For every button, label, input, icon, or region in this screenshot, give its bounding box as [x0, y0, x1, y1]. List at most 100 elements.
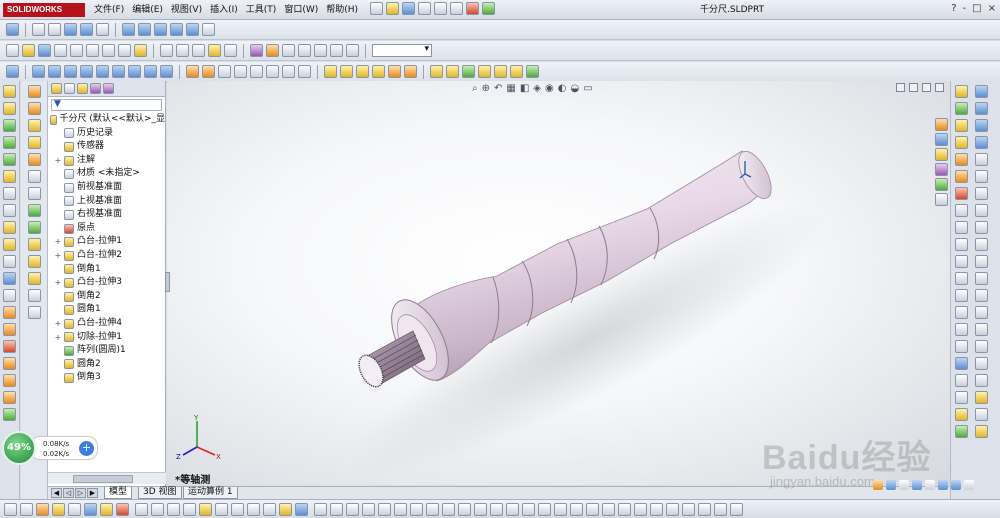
hole-wizard-icon[interactable] [324, 65, 337, 78]
thickness-analysis-icon[interactable] [955, 238, 968, 251]
mirror-icon[interactable] [372, 65, 385, 78]
scenes-icon[interactable] [298, 44, 311, 57]
dfm-icon[interactable] [955, 391, 968, 404]
plus-icon[interactable]: + [79, 441, 94, 456]
publish-icon[interactable] [650, 502, 663, 516]
select-arrow-icon[interactable] [118, 44, 131, 57]
markup-icon[interactable] [666, 502, 679, 516]
repair-sketch-icon[interactable] [975, 425, 988, 438]
vertical-dimension-icon[interactable] [36, 502, 49, 516]
datum-feature-icon[interactable] [394, 502, 407, 516]
tree-expander[interactable]: + [54, 276, 62, 290]
property-icon[interactable] [602, 502, 615, 516]
wrap-icon[interactable] [3, 374, 16, 387]
export-icon[interactable] [698, 502, 711, 516]
front-view-icon[interactable] [32, 65, 45, 78]
last-tab-icon[interactable]: ▶ [87, 488, 98, 498]
modify-sketch-icon[interactable] [279, 502, 292, 516]
hidden-lines-visible-icon[interactable] [138, 23, 151, 36]
keyboard-icon[interactable] [899, 480, 909, 490]
menu-window[interactable]: 窗口(W) [280, 3, 322, 17]
curvature-icon[interactable] [955, 170, 968, 183]
section-properties-icon[interactable] [955, 119, 968, 132]
tree-item-chamfer1[interactable]: 倒角1 [48, 263, 165, 277]
feature-tree-horizontal-scrollbar[interactable] [48, 472, 166, 484]
prev-tab-icon[interactable]: ◁ [63, 488, 74, 498]
fillet-feature-icon[interactable] [250, 65, 263, 78]
rebuild-icon[interactable] [466, 2, 479, 15]
tree-item-right-plane[interactable]: 右视基准面 [48, 208, 165, 222]
menu-tools[interactable]: 工具(T) [242, 3, 281, 17]
display-panel-icon[interactable] [3, 272, 16, 285]
zoom-fit-icon[interactable] [32, 23, 45, 36]
tree-item-origin[interactable]: 原点 [48, 222, 165, 236]
circular-pattern-icon[interactable] [356, 65, 369, 78]
block-icon[interactable] [215, 502, 228, 516]
isometric-view-icon[interactable] [128, 65, 141, 78]
lofted-cut-icon[interactable] [3, 238, 16, 251]
tab-motion-study-1[interactable]: 运动算例 1 [183, 487, 238, 499]
sketch-tools-icon[interactable] [526, 65, 539, 78]
repair-icon[interactable] [263, 502, 276, 516]
bottom-view-icon[interactable] [112, 65, 125, 78]
arc-tool-icon[interactable] [975, 136, 988, 149]
review-icon[interactable] [682, 502, 695, 516]
revolved-boss-icon[interactable] [3, 102, 16, 115]
simulation-icon[interactable] [955, 340, 968, 353]
chamfer-feature-icon[interactable] [266, 65, 279, 78]
view-orientation-icon[interactable] [6, 65, 19, 78]
tree-root-part[interactable]: 千分尺 (默认<<默认>_显 [48, 113, 165, 127]
annotation-note-icon[interactable] [314, 502, 327, 516]
align-icon[interactable] [586, 502, 599, 516]
sweep-feature-icon[interactable] [218, 65, 231, 78]
ordinate-dimension-icon[interactable] [68, 502, 81, 516]
print-icon[interactable] [418, 2, 431, 15]
routing-icon[interactable] [730, 502, 743, 516]
check-sketch-icon[interactable] [247, 502, 260, 516]
microphone-icon[interactable] [912, 480, 922, 490]
feature-filter-input[interactable]: ▼ [51, 99, 162, 111]
hole-icon[interactable] [3, 187, 16, 200]
sketch-polygon-icon[interactable] [27, 170, 41, 183]
sketch-rectangle-icon[interactable] [27, 136, 41, 149]
rotate-icon[interactable] [64, 23, 77, 36]
format-icon[interactable] [570, 502, 583, 516]
help-button[interactable]: ? [951, 2, 956, 16]
extruded-cut-icon[interactable] [3, 170, 16, 183]
ellipse-tool-icon[interactable] [975, 187, 988, 200]
extrude-feature-icon[interactable] [186, 65, 199, 78]
fillet-tool-icon[interactable] [975, 204, 988, 217]
sketch-icon[interactable] [176, 44, 189, 57]
layer-icon[interactable] [554, 502, 567, 516]
sketch-line-tool-icon[interactable] [975, 85, 988, 98]
sketch-text-icon[interactable] [27, 238, 41, 251]
measure-icon[interactable] [955, 85, 968, 98]
sketch-circle-icon[interactable] [27, 102, 41, 115]
back-view-icon[interactable] [48, 65, 61, 78]
center-mark-icon[interactable] [506, 502, 519, 516]
area-hatch-icon[interactable] [458, 502, 471, 516]
3d-sketch-icon[interactable] [208, 44, 221, 57]
tree-expander[interactable]: + [54, 235, 62, 249]
edit-color-icon[interactable] [160, 44, 173, 57]
weld-symbol-icon[interactable] [362, 502, 375, 516]
hole-callout-icon[interactable] [426, 502, 439, 516]
tree-expander[interactable]: + [54, 317, 62, 331]
shadows-icon[interactable] [202, 23, 215, 36]
quick-snaps-icon[interactable] [199, 502, 212, 516]
sketch-paths-icon[interactable] [295, 502, 308, 516]
parting-line-icon[interactable] [955, 221, 968, 234]
surface-finish-icon[interactable] [346, 502, 359, 516]
punctuation-icon[interactable] [886, 480, 896, 490]
maximize-button[interactable]: □ [972, 2, 981, 16]
shirt-icon[interactable] [951, 480, 961, 490]
sensor-tool-icon[interactable] [955, 136, 968, 149]
menu-edit[interactable]: 编辑(E) [128, 3, 167, 17]
ime-icon[interactable] [873, 480, 883, 490]
move-tool-icon[interactable] [975, 323, 988, 336]
geometric-tolerance-icon[interactable] [378, 502, 391, 516]
save-icon[interactable] [402, 2, 415, 15]
rib-feature-icon[interactable] [298, 65, 311, 78]
trimetric-view-icon[interactable] [144, 65, 157, 78]
compare-icon[interactable] [955, 306, 968, 319]
